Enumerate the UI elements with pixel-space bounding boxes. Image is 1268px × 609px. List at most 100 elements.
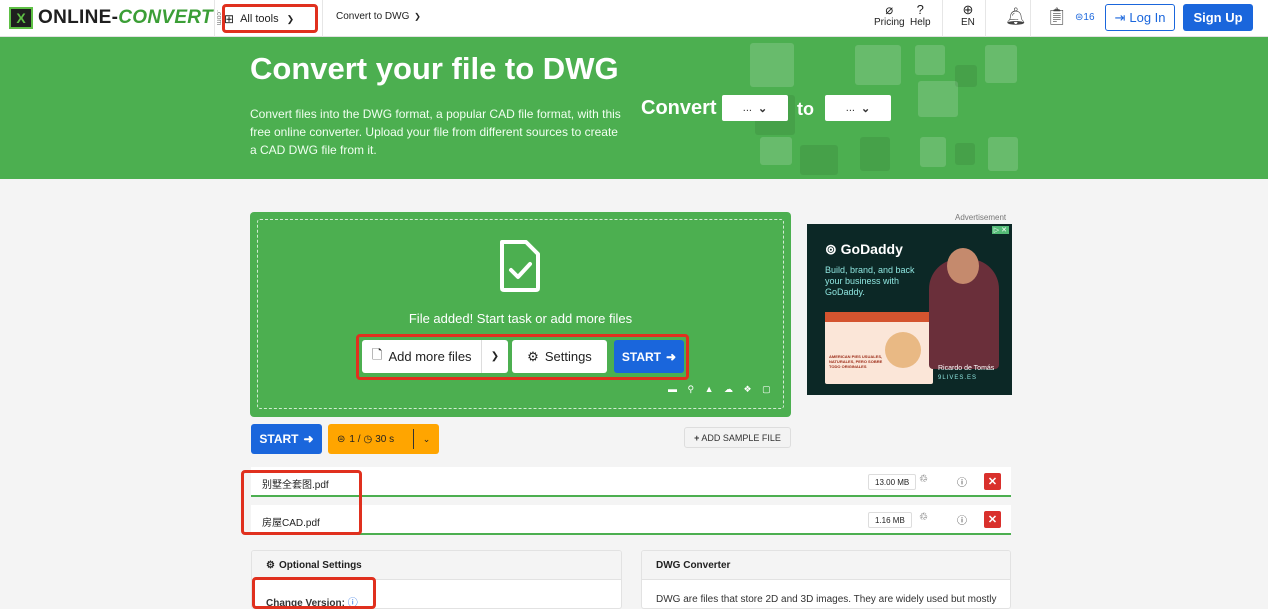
ad-website-text: AMERICAN PIES USUALES, NATURALES, PERO S… [829,354,883,369]
credit-cost-info: ⊜ 1 / ◷ 30 s [328,429,414,449]
file-icon [860,137,890,171]
globe-icon: ⊕ [962,2,974,17]
signup-button[interactable]: Sign Up [1183,4,1253,31]
ad-website-preview: AMERICAN PIES USUALES, NATURALES, PERO S… [825,312,933,384]
tag-icon: ⌀ [885,2,894,17]
share-icon[interactable]: ♲ [919,474,928,485]
ad-tagline: Build, brand, and back your business wit… [825,265,915,297]
add-file-icon: 🗋︎ [372,346,383,362]
chevron-down-icon: ❯ [286,13,295,24]
divider [985,0,986,37]
clock-icon: ◷ [363,433,373,445]
add-sample-label: ADD SAMPLE FILE [701,432,781,443]
language-selector[interactable]: ⊕ EN [961,2,975,29]
start-label: START [621,349,662,364]
share-icon[interactable]: ♲ [919,512,928,523]
coin-icon: ⊜ [337,433,346,445]
bell-icon[interactable]: 🔔︎ [1005,7,1027,27]
optional-settings-body: Change Version: ⓘ [252,580,621,609]
pie-image [885,332,921,368]
image-icon [915,45,945,75]
ad-person-name: Ricardo de Tomás [938,365,995,372]
delete-file-button[interactable]: ✕ [984,473,1001,490]
start-button-secondary[interactable]: START ➜ [251,424,322,454]
file-size: 1.16 MB [868,512,912,528]
credit-cost-dropdown[interactable]: ⊜ 1 / ◷ 30 s ⌄ [328,424,439,454]
login-icon: ⇥ [1114,9,1126,25]
gears-icon: ⚙ [527,348,539,364]
all-tools-menu[interactable]: ⊞ All tools ❯ [224,7,294,31]
credits-counter[interactable]: ⊜16 [1075,12,1095,23]
file-icon [955,143,975,165]
all-tools-label: All tools [240,13,279,25]
file-row: 房屋CAD.pdf 1.16 MB ♲ ⓘ ✕ [251,505,1011,535]
from-format-select[interactable]: ... ⌄ [722,95,788,121]
convert-to-dwg-label: Convert to DWG [336,11,410,22]
delete-file-button[interactable]: ✕ [984,511,1001,528]
login-button[interactable]: ⇥ Log In [1105,4,1175,31]
chevron-down-icon[interactable]: ❯ [482,351,508,362]
divider [942,0,943,37]
ad-website-bar [825,312,933,322]
font-file-icon [988,137,1018,171]
from-format-value: ... [742,102,752,114]
ad-choices-icon[interactable]: ▷ ✕ [991,226,1009,234]
convert-label: Convert [641,97,717,119]
divider [214,0,215,37]
upload-source-icons[interactable]: ▬ ⚲ ▲ ☁ ❖ ▢ [668,384,775,395]
pricing-link[interactable]: ⌀ Pricing [874,2,905,29]
advertisement-label: Advertisement [955,213,1007,222]
divider [322,0,323,37]
credits-value: 16 [1083,12,1095,23]
file-row: 别墅全套图.pdf 13.00 MB ♲ ⓘ ✕ [251,467,1011,497]
chart-line-icon [800,145,838,175]
settings-label: Settings [544,349,592,364]
info-icon[interactable]: ⓘ [957,474,967,489]
envelope-icon [750,43,794,87]
top-navigation-bar: X ONLINE-CONVERT .com ⊞ All tools ❯ Conv… [0,0,1268,37]
grid-icon: ⊞ [224,12,235,26]
info-icon[interactable]: ⓘ [957,512,967,527]
gear-icon: ⚙ [266,559,275,571]
file-name: 别墅全套图.pdf [262,480,329,491]
to-format-select[interactable]: ... ⌄ [825,95,891,121]
chevron-down-icon: ⌄ [757,102,768,115]
site-logo[interactable]: X ONLINE-CONVERT .com [9,6,222,30]
plus-icon: + [694,432,700,443]
logo-domain: .com [214,10,222,26]
png-file-icon [760,137,792,165]
jpg-file-icon [855,45,901,85]
info-icon[interactable]: ⓘ [348,598,358,608]
to-format-value: ... [845,102,855,114]
help-label: Help [910,17,931,28]
file-name: 房屋CAD.pdf [262,518,320,529]
arrow-right-icon: ➜ [666,349,677,364]
language-label: EN [961,17,975,28]
help-link[interactable]: ? Help [910,3,931,29]
chevron-down-icon: ❯ [414,12,421,21]
ad-person-site: 9LIVES.ES [938,375,978,381]
logo-text: ONLINE-CONVERT [38,7,213,28]
start-button[interactable]: START ➜ [614,340,684,373]
file-check-icon [500,240,540,292]
hero-banner: Convert your file to DWG Convert files i… [0,37,1268,179]
chevron-down-icon[interactable]: ⌄ [414,434,439,445]
chevron-down-icon: ⌄ [860,102,871,115]
add-more-files-button[interactable]: 🗋︎ Add more files ❯ [362,340,508,373]
clipboard-clock-icon[interactable]: 📋︎ [1046,7,1068,27]
divider [1030,0,1031,37]
pricing-label: Pricing [874,17,905,28]
dwg-converter-header: DWG Converter [642,551,1010,580]
start-label: START [259,432,299,446]
change-version-label: Change Version: [266,598,345,609]
file-dropzone[interactable]: File added! Start task or add more files… [250,212,791,417]
convert-to-dwg-menu[interactable]: Convert to DWG ❯ [336,11,421,22]
optional-settings-title: Optional Settings [278,559,362,571]
optional-settings-header[interactable]: ⚙ Optional Settings [252,551,621,580]
hero-description: Convert files into the DWG format, a pop… [250,107,621,157]
advertisement[interactable]: ▷ ✕ ⊚ GoDaddy Build, brand, and back you… [807,224,1012,395]
logo-icon: X [9,7,33,29]
add-more-files-label-wrap[interactable]: 🗋︎ Add more files [362,340,482,373]
settings-button[interactable]: ⚙ Settings [512,340,607,373]
add-sample-file-button[interactable]: + ADD SAMPLE FILE [684,427,791,448]
